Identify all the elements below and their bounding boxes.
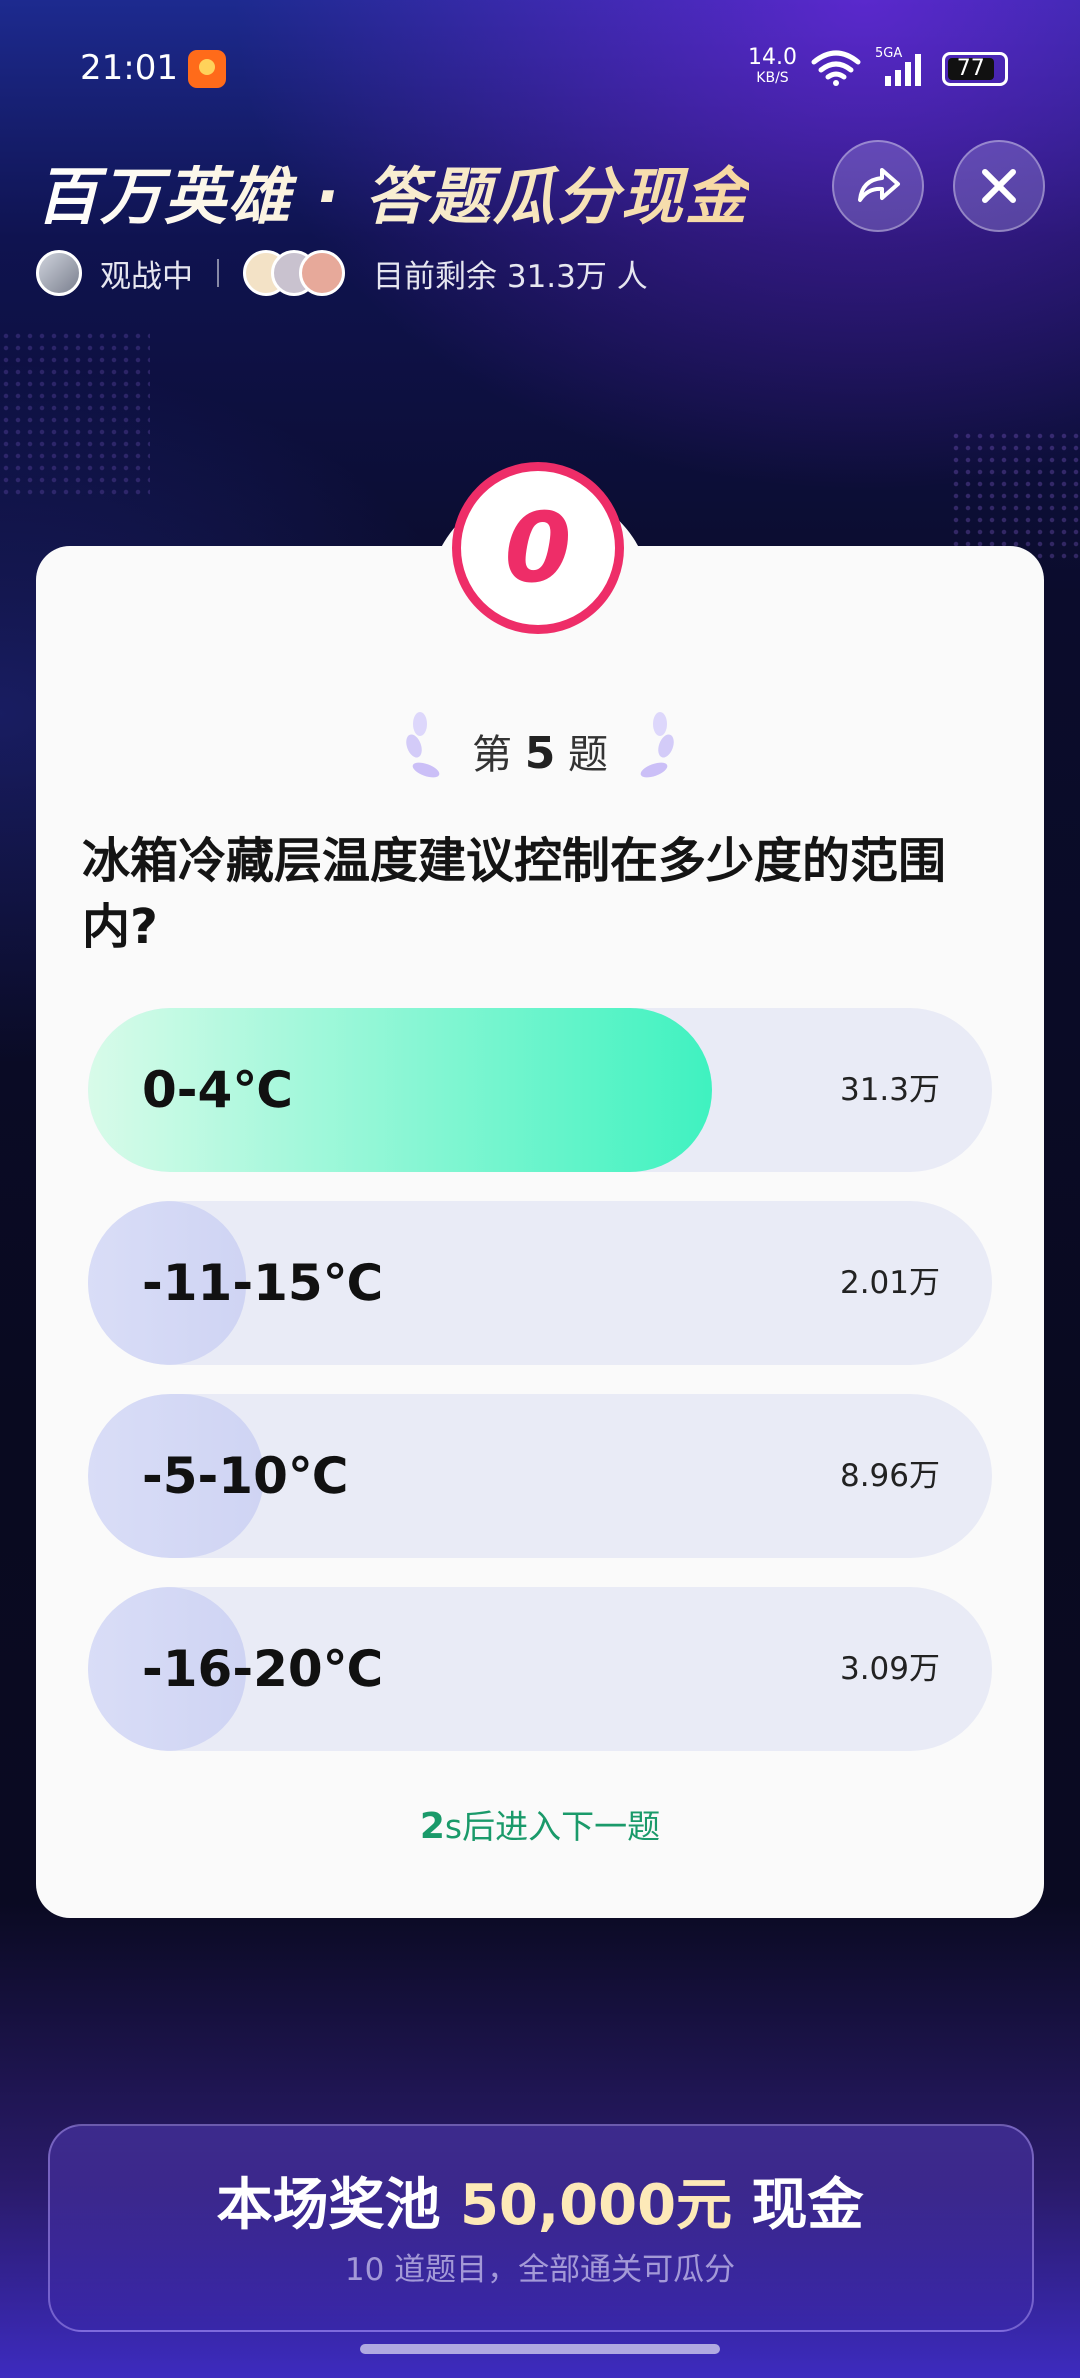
question-number-value: 5 bbox=[524, 728, 556, 779]
prize-pool-amount: 50,000元 bbox=[459, 2173, 733, 2238]
watching-label: 观战中 bbox=[100, 258, 193, 295]
next-question-countdown: 2s后进入下一题 bbox=[0, 1800, 1080, 1848]
question-text: 冰箱冷藏层温度建议控制在多少度的范围内? bbox=[82, 833, 947, 955]
share-button[interactable] bbox=[832, 140, 924, 232]
status-time: 21:01 bbox=[80, 48, 178, 88]
decor-dots-left bbox=[0, 330, 150, 500]
answer-option[interactable]: -16-20℃ 3.09万 bbox=[88, 1587, 992, 1751]
app-notification-icon bbox=[188, 50, 226, 88]
close-button[interactable] bbox=[953, 140, 1045, 232]
user-avatar bbox=[36, 250, 82, 296]
decor-dots-right bbox=[950, 430, 1080, 560]
prize-pool-prefix: 本场奖池 bbox=[216, 2173, 441, 2238]
network-speed-unit: KB/S bbox=[756, 70, 789, 86]
battery-icon: 77 bbox=[942, 52, 1008, 86]
battery-level: 77 bbox=[948, 58, 994, 80]
remaining-players: 目前剩余 31.3万 人 bbox=[373, 258, 648, 295]
answer-label: 0-4℃ bbox=[142, 1061, 293, 1119]
share-icon bbox=[858, 168, 900, 202]
participant-avatar-3 bbox=[299, 250, 345, 296]
prize-pool-suffix: 现金 bbox=[751, 2173, 864, 2238]
question-number-prefix: 第 bbox=[471, 732, 512, 778]
close-icon bbox=[982, 169, 1016, 203]
answer-label: -16-20℃ bbox=[142, 1640, 384, 1698]
question-number: 第 5 题 bbox=[0, 722, 1080, 780]
answer-vote-count: 2.01万 bbox=[839, 1265, 940, 1301]
network-speed-value: 14.0 bbox=[748, 45, 797, 70]
prize-pool-subtitle: 10 道题目，全部通关可瓜分 bbox=[344, 2252, 736, 2288]
answer-label: -5-10℃ bbox=[142, 1447, 349, 1505]
cellular-signal-icon: 5GA bbox=[875, 46, 925, 88]
home-indicator[interactable] bbox=[360, 2344, 720, 2354]
wifi-icon bbox=[811, 50, 861, 86]
answer-option[interactable]: -11-15℃ 2.01万 bbox=[88, 1201, 992, 1365]
answer-option[interactable]: 0-4℃ 31.3万 bbox=[88, 1008, 992, 1172]
countdown-timer: 0 bbox=[452, 462, 624, 634]
viewer-info-row: 观战中 目前剩余 31.3万 人 bbox=[36, 248, 648, 298]
page-title: 百万英雄 · 答题瓜分现金 bbox=[36, 146, 749, 236]
status-bar: 21:01 14.0 KB/S 5GA 77 bbox=[0, 0, 1080, 140]
next-seconds: 2 bbox=[419, 1806, 445, 1847]
next-text: s后进入下一题 bbox=[444, 1807, 661, 1846]
divider bbox=[217, 259, 219, 287]
prize-pool-title: 本场奖池 50,000元 现金 bbox=[0, 2160, 1080, 2241]
answer-vote-count: 3.09万 bbox=[839, 1651, 940, 1687]
countdown-value: 0 bbox=[504, 492, 572, 604]
answer-option[interactable]: -5-10℃ 8.96万 bbox=[88, 1394, 992, 1558]
answer-vote-count: 31.3万 bbox=[839, 1072, 940, 1108]
question-number-suffix: 题 bbox=[568, 732, 609, 778]
answer-vote-count: 8.96万 bbox=[839, 1458, 940, 1494]
network-speed: 14.0 KB/S bbox=[748, 45, 797, 88]
answer-label: -11-15℃ bbox=[142, 1254, 384, 1312]
